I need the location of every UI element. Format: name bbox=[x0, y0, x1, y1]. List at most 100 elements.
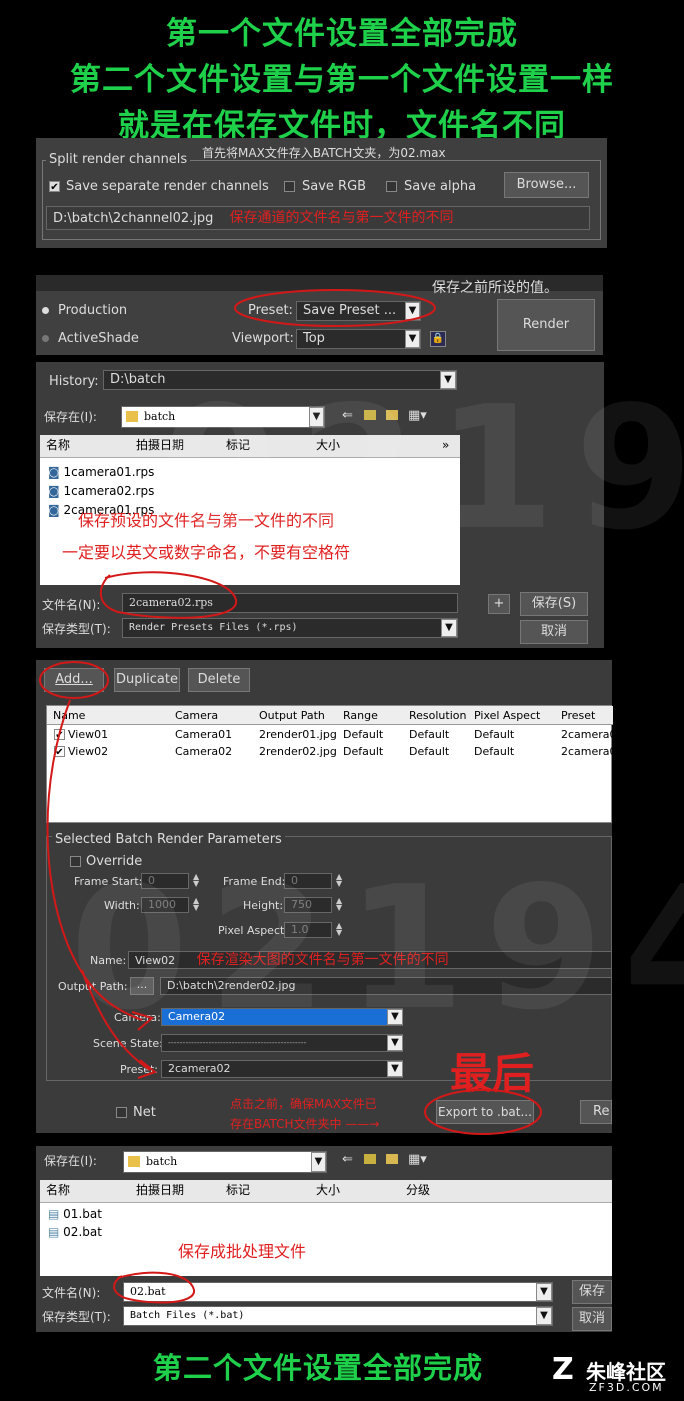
col-preset[interactable]: Preset bbox=[561, 709, 595, 722]
save-rgb-checkbox[interactable] bbox=[284, 181, 295, 192]
channel-path-field[interactable]: D:\batch\2channel02.jpg 保存通道的文件名与第一文件的不同 bbox=[46, 206, 590, 230]
filetype-label: 保存类型(T): bbox=[42, 622, 111, 636]
row-preset: 2camera02 bbox=[561, 745, 624, 758]
batch-view-table: Name Camera Output Path Range Resolution… bbox=[46, 705, 624, 823]
note-channel-filename: 保存通道的文件名与第一文件的不同 bbox=[229, 210, 454, 226]
row-name[interactable]: View01 bbox=[68, 728, 108, 741]
filename-arrow-icon[interactable]: ▼ bbox=[536, 1283, 552, 1301]
file-item[interactable]: ▤ 01.bat bbox=[48, 1207, 102, 1221]
save-in-label: 保存在(I): bbox=[44, 410, 97, 424]
save-in-dropdown[interactable]: batch bbox=[123, 1151, 327, 1173]
row-range: Default bbox=[343, 728, 384, 741]
render-batch-button[interactable]: Re bbox=[580, 1100, 612, 1124]
filetype-arrow-icon[interactable]: ▼ bbox=[536, 1307, 552, 1325]
params-group-label: Selected Batch Render Parameters bbox=[52, 832, 285, 847]
preset-dropdown[interactable]: Save Preset ... bbox=[296, 301, 421, 321]
filetype-label: 保存类型(T): bbox=[42, 1310, 111, 1324]
viewport-label: Viewport: bbox=[232, 331, 294, 346]
preset-dropdown-arrow-icon[interactable]: ▼ bbox=[405, 302, 420, 320]
back-icon[interactable]: ⇐ bbox=[342, 1152, 353, 1167]
cancel-button[interactable]: 取消 bbox=[520, 620, 588, 644]
col-date[interactable]: 拍摄日期 bbox=[136, 1180, 184, 1200]
filename-label: 文件名(N): bbox=[42, 598, 101, 612]
note-save-max: 首先将MAX文件存入BATCH文夹，为02.max bbox=[202, 146, 446, 160]
col-name[interactable]: 名称 bbox=[46, 1180, 70, 1200]
watermark-number: 02194 bbox=[70, 850, 684, 1048]
duplicate-button[interactable]: Duplicate bbox=[114, 668, 180, 692]
batch-preset-dropdown[interactable]: 2camera02 bbox=[161, 1060, 403, 1078]
filename-input[interactable]: 2camera02.rps bbox=[122, 593, 458, 613]
plus-button[interactable]: + bbox=[488, 594, 510, 614]
col-tag[interactable]: 标记 bbox=[226, 1180, 250, 1200]
zf3d-logo-icon: Z bbox=[552, 1352, 574, 1387]
file-item[interactable]: ◙ 1camera01.rps bbox=[48, 465, 154, 479]
col-name[interactable]: Name bbox=[53, 709, 85, 722]
row-aspect: Default bbox=[474, 728, 515, 741]
filetype-dropdown[interactable]: Batch Files (*.bat) bbox=[123, 1306, 553, 1326]
row-camera: Camera02 bbox=[175, 745, 233, 758]
row-checkbox[interactable]: ✔ bbox=[54, 746, 65, 758]
delete-button[interactable]: Delete bbox=[188, 668, 250, 692]
row-resolution: Default bbox=[409, 745, 450, 758]
save-alpha-checkbox[interactable] bbox=[386, 181, 397, 192]
preset-label: Preset: bbox=[120, 1063, 159, 1076]
split-render-panel: Split render channels 首先将MAX文件存入BATCH文夹，… bbox=[36, 138, 607, 248]
save-button[interactable]: 保存 bbox=[572, 1280, 612, 1304]
render-preset-panel: 保存之前所设的值。 Production ActiveShade Preset:… bbox=[36, 275, 603, 355]
file-item[interactable]: ▤ 02.bat bbox=[48, 1225, 102, 1239]
add-button[interactable]: Add... bbox=[44, 668, 104, 692]
row-output: 2render01.jpg bbox=[259, 728, 337, 741]
watermark-number: 02194 bbox=[160, 370, 684, 568]
col-camera[interactable]: Camera bbox=[175, 709, 218, 722]
activeshade-radio[interactable] bbox=[42, 335, 49, 342]
save-in-arrow-icon[interactable]: ▼ bbox=[311, 1152, 326, 1172]
row-output: 2render02.jpg bbox=[259, 745, 337, 758]
viewport-dropdown[interactable]: Top bbox=[296, 329, 421, 349]
cancel-button[interactable]: 取消 bbox=[572, 1307, 612, 1331]
production-radio[interactable] bbox=[42, 307, 49, 314]
filename-input[interactable]: 02.bat bbox=[123, 1282, 553, 1302]
note-export-2: 存在BATCH文件夹中 ——→ bbox=[230, 1117, 380, 1131]
export-bat-button[interactable]: Export to .bat... bbox=[436, 1100, 534, 1124]
view-menu-icon[interactable]: ▦▾ bbox=[408, 1152, 427, 1167]
save-separate-checkbox[interactable]: ✔ bbox=[49, 181, 60, 193]
col-size[interactable]: 大小 bbox=[316, 1180, 340, 1200]
folder-icon bbox=[128, 1156, 140, 1167]
net-label: Net bbox=[133, 1105, 156, 1120]
col-name[interactable]: 名称 bbox=[46, 435, 70, 455]
col-range[interactable]: Range bbox=[343, 709, 378, 722]
note-save-preset: 保存之前所设的值。 bbox=[432, 280, 558, 296]
col-resolution[interactable]: Resolution bbox=[409, 709, 466, 722]
file-list: 名称 拍摄日期 标记 大小 分级 ▤ 01.bat ▤ 02.bat 保存成批处… bbox=[40, 1180, 612, 1276]
production-label: Production bbox=[58, 303, 128, 318]
note-last-step: 最后 bbox=[450, 1049, 535, 1098]
filetype-arrow-icon[interactable]: ▼ bbox=[441, 619, 457, 637]
file-item[interactable]: ◙ 1camera02.rps bbox=[48, 484, 154, 498]
up-folder-icon[interactable] bbox=[364, 1154, 376, 1164]
filetype-dropdown[interactable]: Render Presets Files (*.rps) bbox=[122, 618, 458, 638]
lock-icon[interactable]: 🔒 bbox=[430, 331, 446, 347]
preset-label: Preset: bbox=[248, 303, 293, 318]
folder-icon bbox=[126, 411, 138, 422]
filename-label: 文件名(N): bbox=[42, 1286, 101, 1300]
save-rgb-label: Save RGB bbox=[302, 179, 367, 194]
row-name[interactable]: View02 bbox=[68, 745, 108, 758]
save-bat-dialog: 保存在(I): batch ▼ ⇐ ▦▾ 名称 拍摄日期 标记 大小 分级 ▤ … bbox=[36, 1146, 612, 1332]
note-save-bat: 保存成批处理文件 bbox=[178, 1242, 307, 1261]
batch-preset-arrow-icon[interactable]: ▼ bbox=[387, 1061, 403, 1077]
row-checkbox[interactable]: ✔ bbox=[54, 729, 65, 741]
col-pixel-aspect[interactable]: Pixel Aspect bbox=[474, 709, 540, 722]
note-export-1: 点击之前，确保MAX文件已 bbox=[230, 1097, 377, 1111]
row-resolution: Default bbox=[409, 728, 450, 741]
net-checkbox[interactable] bbox=[116, 1107, 127, 1118]
col-output-path[interactable]: Output Path bbox=[259, 709, 325, 722]
render-button[interactable]: Render bbox=[497, 299, 595, 351]
viewport-dropdown-arrow-icon[interactable]: ▼ bbox=[405, 330, 420, 348]
history-label: History: bbox=[49, 374, 99, 389]
new-folder-icon[interactable] bbox=[386, 1154, 398, 1164]
browse-button[interactable]: Browse... bbox=[504, 172, 589, 198]
row-range: Default bbox=[343, 745, 384, 758]
save-button[interactable]: 保存(S) bbox=[520, 592, 588, 616]
save-in-label: 保存在(I): bbox=[44, 1154, 97, 1168]
col-rating[interactable]: 分级 bbox=[406, 1180, 430, 1200]
